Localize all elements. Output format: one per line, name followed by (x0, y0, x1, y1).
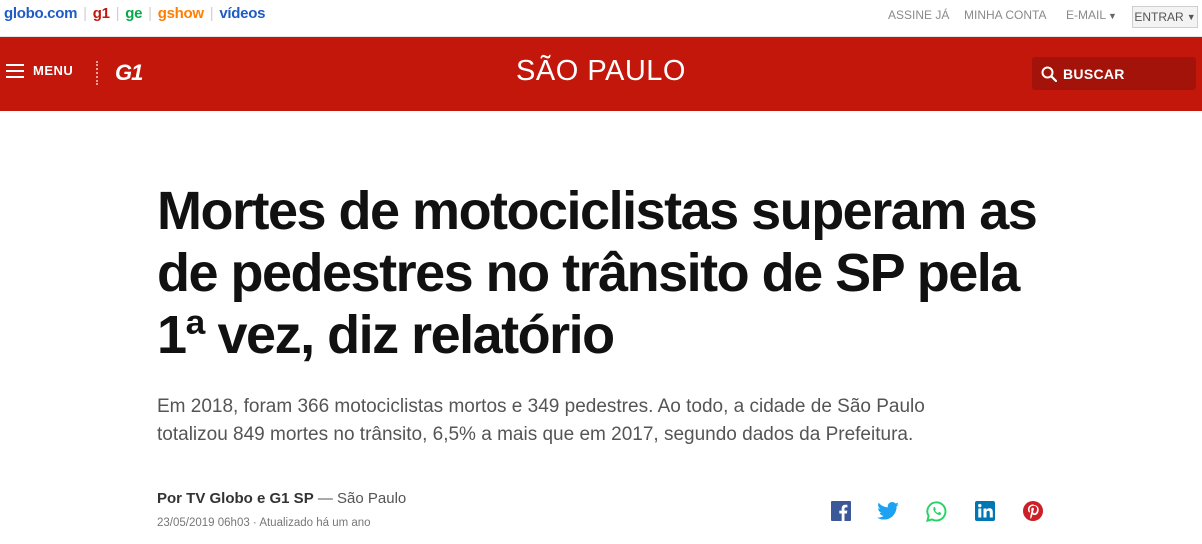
brand-link-globo[interactable]: globo.com (4, 5, 77, 22)
dateline: 23/05/2019 06h03 · Atualizado há um ano (157, 517, 371, 529)
whatsapp-icon[interactable] (925, 500, 947, 522)
entrar-button[interactable]: ENTRAR ▼ (1132, 6, 1198, 28)
global-nav-bar: globo.com | g1 | ge | gshow | vídeos ASSINE JÁ M… (0, 0, 1202, 37)
brand-link-ge[interactable]: ge (125, 5, 142, 22)
chevron-down-icon: ▼ (1108, 11, 1117, 21)
chevron-down-icon: ▼ (1186, 12, 1196, 22)
search-label: BUSCAR (1063, 65, 1125, 82)
byline: Por TV Globo e G1 SP — São Paulo (157, 490, 406, 507)
article-headline: Mortes de motociclistas superam as de pe… (157, 181, 1038, 365)
byline-location: — São Paulo (313, 490, 407, 507)
assine-link[interactable]: ASSINE JÁ (888, 8, 949, 22)
byline-author: Por TV Globo e G1 SP (157, 490, 314, 507)
brand-links: globo.com | g1 | ge | gshow | vídeos (4, 5, 266, 22)
article-subhead: Em 2018, foram 366 motociclistas mortos … (157, 396, 925, 445)
brand-link-gshow[interactable]: gshow (158, 5, 204, 22)
email-menu[interactable]: E-MAIL ▼ (1066, 8, 1117, 22)
updated-label: · Atualizado há um ano (249, 517, 371, 529)
section-title[interactable]: SÃO PAULO (0, 55, 1202, 88)
section-header: MENU G1 SÃO PAULO BUSCAR (0, 37, 1202, 111)
minha-conta-link[interactable]: MINHA CONTA (964, 8, 1046, 22)
facebook-icon[interactable] (830, 500, 852, 522)
linkedin-icon[interactable] (974, 500, 996, 522)
brand-link-videos[interactable]: vídeos (219, 5, 265, 22)
entrar-label: ENTRAR (1134, 10, 1184, 24)
pinterest-icon[interactable] (1022, 500, 1044, 522)
twitter-icon[interactable] (877, 500, 899, 522)
search-icon (1041, 66, 1057, 82)
brand-link-g1[interactable]: g1 (93, 5, 110, 22)
publish-date: 23/05/2019 06h03 (157, 517, 250, 529)
email-label: E-MAIL (1066, 8, 1107, 22)
search-button[interactable]: BUSCAR (1032, 57, 1196, 90)
